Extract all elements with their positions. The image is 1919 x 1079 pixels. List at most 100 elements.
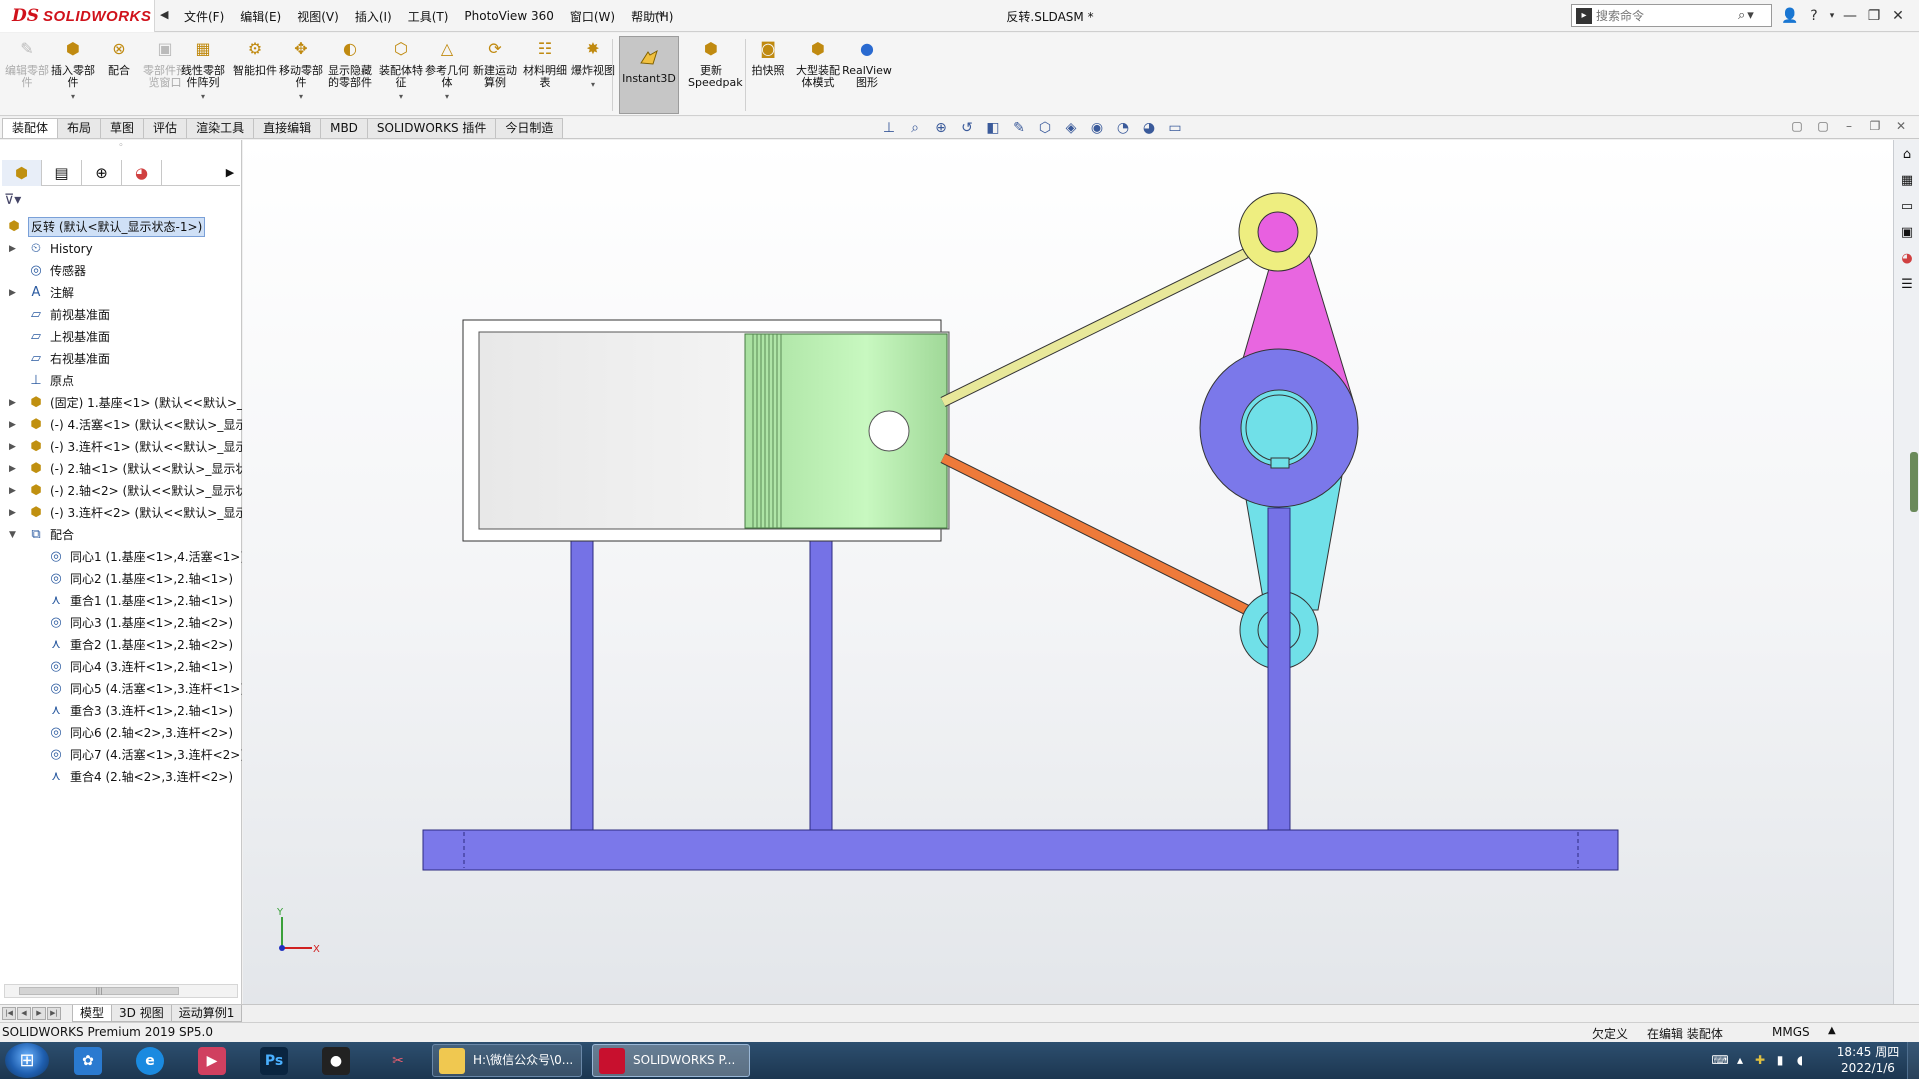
tree-root-assembly[interactable]: ⬢ 反转 (默认<默认_显示状态-1>): [0, 216, 242, 238]
tool-bom-button[interactable]: ☷ 材料明细表: [522, 41, 568, 89]
tool-insert-component-button[interactable]: ⬢ 插入零部件 ▾: [50, 41, 96, 103]
tool-assembly-feature-button[interactable]: ⬡ 装配体特征 ▾: [378, 41, 424, 103]
menu-item[interactable]: 工具(T): [400, 8, 457, 25]
pin-menu-icon[interactable]: ⇥: [654, 7, 665, 22]
show-desktop-button[interactable]: [1907, 1042, 1919, 1079]
search-dropdown-icon[interactable]: ▾: [1747, 8, 1754, 23]
support-leg-left[interactable]: [570, 529, 594, 831]
cm-tab[interactable]: SOLIDWORKS 插件: [366, 118, 497, 138]
taskbar-window-explorer[interactable]: H:\微信公众号\0...: [432, 1044, 582, 1077]
tree-item[interactable]: ▱ 前视基准面: [0, 304, 242, 326]
view-settings-icon[interactable]: ▭: [1162, 120, 1188, 136]
search-command-type-icon[interactable]: ▸: [1576, 7, 1592, 24]
cm-tab[interactable]: 装配体: [2, 118, 59, 138]
tree-item[interactable]: ▶ ⬢ (-) 2.轴<2> (默认<<默认>_显示状: [0, 480, 242, 502]
tree-item[interactable]: ▶ ⬢ (-) 4.活塞<1> (默认<<默认>_显示: [0, 414, 242, 436]
prev-tab-icon[interactable]: ◀: [17, 1007, 31, 1020]
file-explorer-icon[interactable]: ▭: [1896, 196, 1918, 218]
tree-item-mate[interactable]: ◎ 同心3 (1.基座<1>,2.轴<2>): [0, 612, 242, 634]
menu-item[interactable]: 编辑(E): [232, 8, 289, 25]
close-icon[interactable]: ✕: [1886, 8, 1910, 24]
tree-item[interactable]: ◎ 传感器: [0, 260, 242, 282]
bottom-tab[interactable]: 模型: [72, 1005, 113, 1022]
main-shaft[interactable]: [1267, 507, 1291, 831]
tool-large-assembly-button[interactable]: ⬢ 大型装配体模式: [795, 41, 841, 89]
tree-item-mate[interactable]: ◎ 同心7 (4.活塞<1>,3.连杆<2>): [0, 744, 242, 766]
start-button[interactable]: ⊞: [5, 1043, 49, 1078]
viewport-minimize-icon[interactable]: –: [1836, 119, 1862, 133]
panel-more-arrow-icon[interactable]: ▶: [220, 160, 240, 185]
tool-new-motion-study-button[interactable]: ⟳ 新建运动算例: [472, 41, 518, 89]
expand-arrow-icon[interactable]: ▶: [9, 282, 19, 304]
dynamic-annotation-icon[interactable]: ✎: [1006, 120, 1032, 136]
cm-tab[interactable]: 直接编辑: [253, 118, 322, 138]
cm-tab[interactable]: 今日制造: [495, 118, 564, 138]
tool-dropdown-icon[interactable]: ▾: [180, 91, 226, 103]
tree-item-mate[interactable]: ◎ 同心5 (4.活塞<1>,3.连杆<1>): [0, 678, 242, 700]
expand-arrow-icon[interactable]: ▶: [9, 238, 19, 260]
tool-exploded-view-button[interactable]: ✸ 爆炸视图 ▾: [570, 41, 616, 91]
collapse-arrow-icon[interactable]: ▼: [9, 524, 19, 546]
tool-snapshot-button[interactable]: ◙ 拍快照: [745, 41, 791, 77]
minimize-icon[interactable]: —: [1838, 8, 1862, 24]
menu-collapse-arrow-icon[interactable]: ◀: [160, 8, 168, 21]
apply-scene-icon[interactable]: ◕: [1136, 120, 1162, 136]
tree-item-mate[interactable]: ⋏ 重合2 (1.基座<1>,2.轴<2>): [0, 634, 242, 656]
help-icon[interactable]: ?: [1802, 8, 1826, 24]
next-tab-icon[interactable]: ▶: [32, 1007, 46, 1020]
previous-view-icon[interactable]: ↺: [954, 120, 980, 136]
view-palette-icon[interactable]: ▣: [1896, 222, 1918, 244]
tree-item-mate[interactable]: ◎ 同心2 (1.基座<1>,2.轴<1>): [0, 568, 242, 590]
graphics-area[interactable]: Y X: [243, 140, 1893, 1004]
security-icon[interactable]: ✚: [1750, 1053, 1770, 1067]
restore-icon[interactable]: ❐: [1862, 8, 1886, 24]
tool-edit-component-button[interactable]: ✎ 编辑零部件: [4, 41, 50, 89]
design-library-icon[interactable]: ▦: [1896, 170, 1918, 192]
tree-item-mate[interactable]: ⋏ 重合1 (1.基座<1>,2.轴<1>): [0, 590, 242, 612]
tool-dropdown-icon[interactable]: ▾: [378, 91, 424, 103]
expand-arrow-icon[interactable]: ▶: [9, 436, 19, 458]
tree-item[interactable]: ⊥ 原点: [0, 370, 242, 392]
viewport-tile-right-icon[interactable]: ▢: [1810, 119, 1836, 133]
tree-item[interactable]: ▶ ⬢ (-) 3.连杆<1> (默认<<默认>_显示: [0, 436, 242, 458]
expand-arrow-icon[interactable]: ▶: [9, 480, 19, 502]
menu-item[interactable]: 插入(I): [347, 8, 400, 25]
tree-item-mate[interactable]: ⋏ 重合3 (3.连杆<1>,2.轴<1>): [0, 700, 242, 722]
tool-dropdown-icon[interactable]: ▾: [424, 91, 470, 103]
tree-item[interactable]: ▶ ⏲ History: [0, 238, 242, 260]
tree-item[interactable]: ▶ ⬢ (-) 2.轴<1> (默认<<默认>_显示状: [0, 458, 242, 480]
search-input[interactable]: [1596, 8, 1736, 23]
graphics-scroll-handle[interactable]: [1910, 452, 1918, 512]
taskbar-app-capture[interactable]: ●: [308, 1044, 364, 1077]
tool-move-component-button[interactable]: ✥ 移动零部件 ▾: [278, 41, 324, 103]
tray-expand-icon[interactable]: ▴: [1730, 1053, 1750, 1067]
cm-tab[interactable]: 草图: [100, 118, 145, 138]
tool-smart-fastener-button[interactable]: ⚙ 智能扣件: [232, 41, 278, 77]
tool-mate-button[interactable]: ⊗ 配合: [96, 41, 142, 77]
tool-dropdown-icon[interactable]: ▾: [278, 91, 324, 103]
instant3d-button[interactable]: Instant3D: [619, 36, 679, 114]
taskbar-app-photoshop[interactable]: Ps: [246, 1044, 302, 1077]
taskbar-app-media[interactable]: ▶: [184, 1044, 240, 1077]
view-orientation-cube-icon[interactable]: ⬡: [1032, 120, 1058, 136]
tree-item[interactable]: ▶ ⬢ (固定) 1.基座<1> (默认<<默认>_显: [0, 392, 242, 414]
support-leg-right[interactable]: [809, 529, 833, 831]
tree-item[interactable]: ▱ 上视基准面: [0, 326, 242, 348]
tool-speedpak-button[interactable]: ⬢ 更新Speedpak: [688, 41, 743, 89]
viewport-tile-left-icon[interactable]: ▢: [1784, 119, 1810, 133]
configuration-manager-tab[interactable]: ⊕: [82, 160, 122, 186]
display-manager-tab[interactable]: ◕: [122, 160, 162, 186]
user-account-icon[interactable]: 👤: [1778, 8, 1802, 24]
tool-reference-geometry-button[interactable]: △ 参考几何体 ▾: [424, 41, 470, 103]
cm-tab[interactable]: MBD: [320, 118, 368, 138]
expand-arrow-icon[interactable]: ▶: [9, 458, 19, 480]
feature-manager-tab[interactable]: ⬢: [2, 160, 42, 186]
base-plate[interactable]: [422, 829, 1619, 871]
tree-item-mate[interactable]: ◎ 同心1 (1.基座<1>,4.活塞<1>): [0, 546, 242, 568]
system-clock[interactable]: 18:45 周四 2022/1/6: [1832, 1044, 1904, 1076]
tool-dropdown-icon[interactable]: ▾: [570, 79, 616, 91]
taskbar-app-ie[interactable]: e: [122, 1044, 178, 1077]
menu-item[interactable]: 视图(V): [289, 8, 347, 25]
appearances-icon[interactable]: ◕: [1896, 248, 1918, 270]
network-icon[interactable]: ▮: [1770, 1053, 1790, 1067]
